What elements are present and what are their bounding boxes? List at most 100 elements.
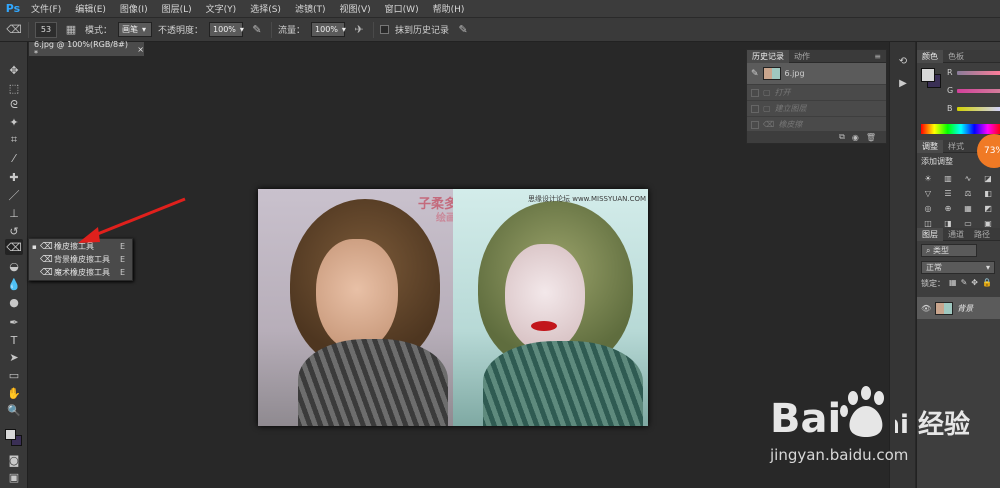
path-selection-tool-icon[interactable]: ➤ bbox=[5, 349, 23, 365]
foreground-color-swatch[interactable] bbox=[5, 429, 16, 440]
brightness-icon[interactable]: ☀ bbox=[921, 173, 935, 184]
menu-type[interactable]: 文字(Y) bbox=[199, 2, 244, 15]
dodge-tool-icon[interactable]: ● bbox=[5, 294, 23, 310]
airbrush-icon[interactable]: ✈ bbox=[351, 22, 367, 38]
mode-select[interactable]: 画笔 ▾ bbox=[118, 22, 153, 37]
menu-bar: Ps 文件(F) 编辑(E) 图像(I) 图层(L) 文字(Y) 选择(S) 滤… bbox=[0, 0, 1000, 18]
channel-b-slider[interactable] bbox=[957, 107, 1000, 111]
panel-menu-icon[interactable]: ≡ bbox=[869, 50, 886, 63]
curves-icon[interactable]: ∿ bbox=[961, 173, 975, 184]
invert-icon[interactable]: ◩ bbox=[981, 203, 995, 214]
lasso-tool-icon[interactable]: ᘓ bbox=[5, 97, 23, 113]
history-state[interactable]: ▢ 打开 bbox=[747, 85, 886, 101]
brush-panel-icon[interactable]: ▦ bbox=[63, 22, 79, 38]
history-panel-icon[interactable]: ⟲ bbox=[895, 56, 911, 70]
magic-wand-tool-icon[interactable]: ✦ bbox=[5, 114, 23, 130]
history-source-box[interactable] bbox=[751, 120, 759, 129]
layer-row[interactable]: 👁 背景 bbox=[917, 297, 1000, 319]
eyedropper-tool-icon[interactable]: ⁄ bbox=[5, 150, 23, 166]
eye-icon[interactable]: 👁 bbox=[921, 304, 931, 313]
type-tool-icon[interactable]: T bbox=[5, 332, 23, 348]
crop-tool-icon[interactable]: ⌗ bbox=[5, 132, 23, 148]
brush-tool-icon[interactable]: ／ bbox=[5, 187, 23, 203]
menu-layer[interactable]: 图层(L) bbox=[155, 2, 199, 15]
lock-all-icon[interactable]: 🔒 bbox=[982, 278, 992, 289]
hue-saturation-icon[interactable]: ☰ bbox=[941, 188, 955, 199]
levels-icon[interactable]: ▥ bbox=[941, 173, 955, 184]
brush-size-picker[interactable]: 53 bbox=[35, 21, 57, 38]
flyout-item-magic-eraser[interactable]: ⌫ 魔术橡皮擦工具 E bbox=[29, 266, 132, 279]
eraser-tool-preset-icon[interactable]: ⌫ bbox=[6, 22, 22, 38]
actions-panel-icon[interactable]: ▶ bbox=[895, 78, 911, 92]
menu-view[interactable]: 视图(V) bbox=[332, 2, 377, 15]
channel-g-label: G bbox=[947, 86, 954, 95]
pressure-size-icon[interactable]: ✎ bbox=[455, 22, 471, 38]
quick-mask-icon[interactable]: ◙ bbox=[5, 452, 23, 468]
clone-stamp-tool-icon[interactable]: ⊥ bbox=[5, 205, 23, 221]
menu-filter[interactable]: 滤镜(T) bbox=[288, 2, 333, 15]
document-canvas[interactable]: 子柔多地 绘画馆 思缘设计论坛 www.MISSYUAN.COM bbox=[258, 189, 648, 426]
history-source-box[interactable] bbox=[751, 104, 759, 113]
layer-kind-filter[interactable]: ⌕ 类型 bbox=[921, 244, 977, 257]
opacity-field[interactable]: 100% ▾ bbox=[209, 22, 244, 37]
history-state[interactable]: ▢ 建立图层 bbox=[747, 101, 886, 117]
photo-filter-icon[interactable]: ◎ bbox=[921, 203, 935, 214]
lock-pixels-icon[interactable]: ✎ bbox=[961, 278, 968, 289]
tab-paths[interactable]: 路径 bbox=[969, 228, 995, 241]
tab-styles[interactable]: 样式 bbox=[943, 140, 969, 153]
paint-bucket-tool-icon[interactable]: ◒ bbox=[5, 258, 23, 274]
tab-adjustments[interactable]: 调整 bbox=[917, 139, 943, 153]
history-brush-tool-icon[interactable]: ↺ bbox=[5, 223, 23, 239]
menu-window[interactable]: 窗口(W) bbox=[378, 2, 426, 15]
vibrance-icon[interactable]: ▽ bbox=[921, 188, 935, 199]
black-white-icon[interactable]: ◧ bbox=[981, 188, 995, 199]
tab-history[interactable]: 历史记录 bbox=[747, 49, 789, 63]
tab-actions[interactable]: 动作 bbox=[789, 50, 815, 63]
blur-tool-icon[interactable]: 💧 bbox=[5, 276, 23, 292]
tab-color[interactable]: 颜色 bbox=[917, 49, 943, 63]
color-spectrum-bar[interactable] bbox=[921, 124, 1000, 134]
rectangle-tool-icon[interactable]: ▭ bbox=[5, 367, 23, 383]
menu-help[interactable]: 帮助(H) bbox=[426, 2, 472, 15]
marquee-tool-icon[interactable]: ⬚ bbox=[5, 80, 23, 96]
blend-mode-select[interactable]: 正常 ▾ bbox=[921, 261, 995, 274]
document-tab[interactable]: 6.jpg @ 100%(RGB/8#) * × bbox=[29, 40, 144, 58]
open-icon: ▢ bbox=[763, 88, 771, 97]
close-icon[interactable]: × bbox=[137, 45, 144, 54]
tab-channels[interactable]: 通道 bbox=[943, 228, 969, 241]
menu-image[interactable]: 图像(I) bbox=[113, 2, 155, 15]
menu-edit[interactable]: 编辑(E) bbox=[68, 2, 113, 15]
lock-transparency-icon[interactable]: ▦ bbox=[949, 278, 957, 289]
screen-mode-icon[interactable]: ▣ bbox=[5, 469, 23, 485]
trash-icon[interactable]: 🗑 bbox=[866, 133, 876, 142]
channel-g-slider[interactable] bbox=[957, 89, 1000, 93]
tab-layers[interactable]: 图层 bbox=[917, 227, 943, 241]
channel-r-slider[interactable] bbox=[957, 71, 1000, 75]
foreground-color-preview[interactable] bbox=[921, 68, 935, 82]
flow-value: 100% bbox=[315, 25, 338, 34]
color-lookup-icon[interactable]: ▦ bbox=[961, 203, 975, 214]
pressure-opacity-icon[interactable]: ✎ bbox=[249, 22, 265, 38]
eraser-tool-icon[interactable]: ⌫ bbox=[5, 239, 23, 255]
move-tool-icon[interactable]: ✥ bbox=[5, 62, 23, 78]
history-source-box[interactable] bbox=[751, 88, 759, 97]
flyout-item-background-eraser[interactable]: ⌫ 背景橡皮擦工具 E bbox=[29, 253, 132, 266]
flow-field[interactable]: 100% ▾ bbox=[311, 22, 346, 37]
camera-icon[interactable]: ◉ bbox=[852, 133, 859, 142]
tab-swatches[interactable]: 色板 bbox=[943, 50, 969, 63]
history-brush-source-icon[interactable]: ✎ bbox=[751, 69, 759, 79]
pen-tool-icon[interactable]: ✒ bbox=[5, 314, 23, 330]
erase-to-history-checkbox[interactable] bbox=[380, 25, 390, 34]
color-balance-icon[interactable]: ⚖ bbox=[961, 188, 975, 199]
menu-select[interactable]: 选择(S) bbox=[243, 2, 288, 15]
menu-file[interactable]: 文件(F) bbox=[24, 2, 68, 15]
history-snapshot[interactable]: ✎ 6.jpg bbox=[747, 63, 886, 85]
history-panel-tabs: 历史记录 动作 ≡ bbox=[747, 49, 886, 63]
channel-mixer-icon[interactable]: ⊕ bbox=[941, 203, 955, 214]
hand-tool-icon[interactable]: ✋ bbox=[5, 385, 23, 401]
lock-position-icon[interactable]: ✥ bbox=[971, 278, 978, 289]
zoom-tool-icon[interactable]: 🔍 bbox=[5, 402, 23, 418]
healing-brush-tool-icon[interactable]: ✚ bbox=[5, 169, 23, 185]
new-document-from-state-icon[interactable]: ⧉ bbox=[839, 132, 845, 142]
exposure-icon[interactable]: ◪ bbox=[981, 173, 995, 184]
